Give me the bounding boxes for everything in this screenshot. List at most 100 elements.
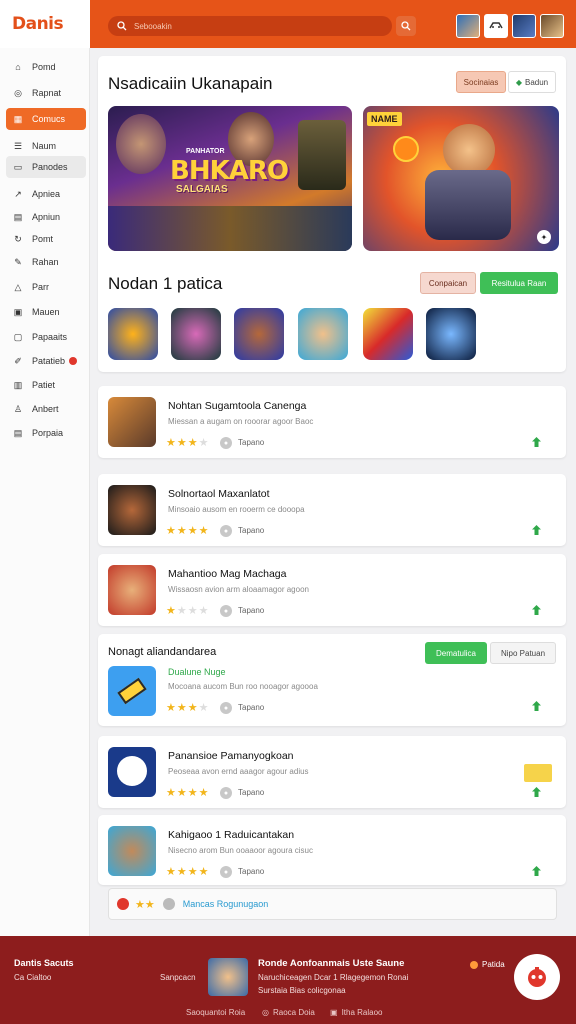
- sidebar-item-label: Comucs: [32, 114, 66, 124]
- highlight-tag: [524, 764, 552, 782]
- game-thumbnail[interactable]: [171, 308, 221, 360]
- featured-primary-button[interactable]: Socinaias: [456, 71, 506, 93]
- notice-bar[interactable]: ★★ Mancas Rogunugaon: [108, 888, 557, 920]
- rating-stars: ★★★★: [166, 525, 210, 537]
- category-icon: ●: [220, 437, 232, 449]
- download-icon[interactable]: [531, 865, 542, 877]
- sidebar-item[interactable]: ▤ Porpaia: [6, 422, 86, 444]
- avatar[interactable]: [540, 14, 564, 38]
- category-icon: ●: [220, 787, 232, 799]
- sidebar-item-label: Apniea: [32, 189, 61, 199]
- avatar[interactable]: [456, 14, 480, 38]
- game-row[interactable]: Panansioe Pamanyogkoan Peoseaa avon ernd…: [98, 736, 566, 808]
- footer-line2: Surstaia Bias colicgonaa: [258, 986, 346, 995]
- info-icon[interactable]: ✦: [537, 230, 551, 244]
- search-go-icon: [401, 21, 411, 31]
- category-icon: ●: [220, 866, 232, 878]
- featured-title: Nsadicaiin Ukanapain: [108, 74, 273, 93]
- footer-link[interactable]: ◎ Raoca Doia: [262, 1008, 315, 1017]
- game-description: Minsoaio ausom en rooerm ce dooopa: [168, 505, 305, 514]
- download-icon[interactable]: [531, 436, 542, 448]
- sidebar-item-label: Porpaia: [32, 428, 64, 438]
- banner-tag: PANHATOR: [186, 148, 225, 155]
- footer-brand-sub: Ca Cialtoo: [14, 973, 52, 982]
- character-art: [425, 170, 511, 240]
- footer-title: Ronde Aonfoanmais Uste Saune: [258, 958, 405, 969]
- rating-stars: ★★★★: [166, 605, 210, 617]
- sidebar-item[interactable]: ▭ Panodes: [6, 156, 86, 178]
- rating-stars: ★★★★: [166, 437, 210, 449]
- robot-icon: [528, 967, 546, 987]
- search-button[interactable]: [396, 16, 416, 36]
- sidebar-item[interactable]: ▤ Apniun: [6, 206, 86, 228]
- featured-banner-2[interactable]: NAME ✦: [363, 106, 559, 251]
- pencil-icon: ✎: [14, 256, 22, 267]
- sidebar-item[interactable]: ▥ Patiet: [6, 374, 86, 396]
- game-title: Nohtan Sugamtoola Canenga: [168, 400, 307, 412]
- game-icon[interactable]: [108, 826, 156, 876]
- logo: Danis: [12, 14, 64, 34]
- section2-secondary-button[interactable]: Nipo Patuan: [490, 642, 556, 664]
- sidebar-item[interactable]: ♙ Anbert: [6, 398, 86, 420]
- download-icon[interactable]: [531, 700, 542, 712]
- download-icon[interactable]: [531, 786, 542, 798]
- popular-primary-button[interactable]: Resitulua Raan: [480, 272, 558, 294]
- game-row[interactable]: Nohtan Sugamtoola Canenga Miessan a auga…: [98, 386, 566, 458]
- sidebar-item[interactable]: ▦ Comucs: [6, 108, 86, 130]
- character-art: [443, 124, 495, 176]
- sidebar-item-label: Parr: [32, 282, 50, 292]
- featured-secondary-button[interactable]: ◆ Badun: [508, 71, 556, 93]
- sidebar-item[interactable]: ✎ Rahan: [6, 251, 86, 273]
- avatar[interactable]: [512, 14, 536, 38]
- download-icon[interactable]: [531, 524, 542, 536]
- game-thumbnail[interactable]: [298, 308, 348, 360]
- sidebar-item-label: Anbert: [32, 404, 59, 414]
- game-row[interactable]: Solnortaol Maxanlatot Minsoaio ausom en …: [98, 474, 566, 546]
- game-icon[interactable]: [108, 485, 156, 535]
- section2-title: Nonagt aliandandarea: [108, 646, 217, 658]
- footer-game-thumbnail[interactable]: [208, 958, 248, 996]
- popular-secondary-button[interactable]: Conpaican: [420, 272, 476, 294]
- sidebar-item[interactable]: ↻ Pomt: [6, 228, 86, 250]
- sidebar-item[interactable]: ▢ Papaaits: [6, 326, 86, 348]
- character-art: [298, 120, 346, 190]
- edit-icon: ✐: [14, 355, 22, 366]
- featured-banner[interactable]: BHKARO SALGAIAS PANHATOR: [108, 106, 352, 251]
- footer-link[interactable]: Saoquantoi Roia: [186, 1008, 245, 1017]
- game-thumbnail[interactable]: [426, 308, 476, 360]
- gamepad-icon[interactable]: [484, 14, 508, 38]
- search-input[interactable]: Sebooakin: [108, 16, 392, 36]
- section2-primary-button[interactable]: Dematulica: [425, 642, 487, 664]
- sidebar-item[interactable]: △ Parr: [6, 276, 86, 298]
- game-icon[interactable]: [108, 397, 156, 447]
- logo-area[interactable]: Danis: [0, 0, 90, 48]
- game-tag: Dualune Nuge: [168, 667, 226, 677]
- game-row[interactable]: Kahigaoo 1 Raduicantakan Nisecno arom Bu…: [98, 815, 566, 885]
- sidebar-item[interactable]: ◎ Rapnat: [6, 82, 86, 104]
- game-meta: Tapano: [238, 703, 265, 712]
- sidebar-item[interactable]: ↗ Apniea: [6, 183, 86, 205]
- footer-right-link[interactable]: Patida: [470, 960, 505, 969]
- alert-icon: [117, 898, 129, 910]
- sidebar-item-label: Panodes: [32, 162, 68, 172]
- game-thumbnail[interactable]: [363, 308, 413, 360]
- game-icon[interactable]: [108, 747, 156, 797]
- chat-button[interactable]: [514, 954, 560, 1000]
- top-bar: Danis Sebooakin: [0, 0, 576, 48]
- sidebar-item[interactable]: ⌂ Pomd: [6, 56, 86, 78]
- footer-link[interactable]: ▣ Itha Ralaoo: [330, 1008, 382, 1017]
- sidebar-item[interactable]: ✐ Patatieb: [6, 350, 86, 372]
- footer: Dantis Sacuts Ca Cialtoo Sanpcacn Ronde …: [0, 936, 576, 1024]
- notification-badge: [69, 357, 78, 365]
- game-thumbnail[interactable]: [108, 308, 158, 360]
- banner-title: BHKARO: [170, 156, 289, 186]
- game-icon[interactable]: [108, 666, 156, 716]
- game-row[interactable]: Mahantioo Mag Machaga Wissaosn avion arm…: [98, 554, 566, 626]
- category-icon: ●: [220, 702, 232, 714]
- sidebar-item[interactable]: ☰ Naum: [6, 135, 86, 157]
- sidebar-item[interactable]: ▣ Mauen: [6, 301, 86, 323]
- download-icon[interactable]: [531, 604, 542, 616]
- game-icon[interactable]: [108, 565, 156, 615]
- circle-icon: ◎: [262, 1008, 269, 1017]
- game-thumbnail[interactable]: [234, 308, 284, 360]
